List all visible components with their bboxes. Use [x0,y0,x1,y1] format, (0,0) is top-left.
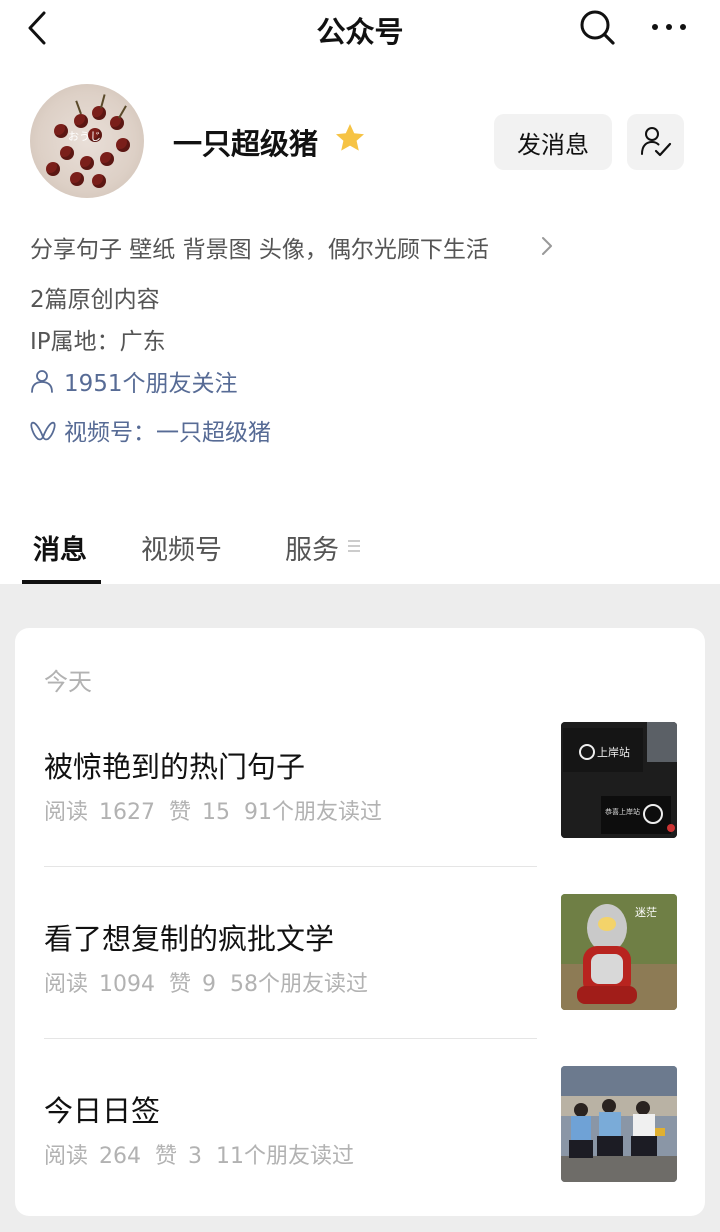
article-title: 看了想复制的疯批文学 [44,922,335,956]
article-title: 今日日签 [44,1094,161,1128]
article-likes: 赞 9 [168,972,216,997]
article-item[interactable]: 被惊艳到的热门句子 阅读 1627 赞 15 91个朋友读过 上岸站 恭喜上岸站 [15,722,705,894]
article-friends-read: 11个朋友读过 [216,1144,354,1169]
article-meta: 阅读 1627 赞 15 91个朋友读过 [44,794,396,826]
friends-following-link[interactable]: 1951个朋友关注 [30,364,238,398]
nav-bar: 公众号 [0,0,720,56]
article-reads: 阅读 1627 [44,800,155,825]
thumb-caption-text: 迷茫 [635,905,657,919]
search-icon [580,10,615,45]
tab-messages[interactable]: 消息 [33,528,87,567]
article-thumbnail: 上岸站 恭喜上岸站 [561,722,677,838]
ip-location: IP属地：广东 [30,329,166,355]
avatar-text: おうじ [68,130,101,143]
article-friends-read: 58个朋友读过 [229,972,368,997]
article-item[interactable]: 今日日签 阅读 264 赞 3 11个朋友读过 [15,1066,705,1232]
more-dots-icon [652,24,686,30]
follow-button[interactable] [627,114,684,170]
tab-channels[interactable]: 视频号 [141,528,222,567]
star-icon [336,124,364,151]
friends-following-text: 1951个朋友关注 [64,371,238,397]
user-check-icon [640,127,671,157]
account-name: 一只超级猪 [173,127,319,161]
active-tab-indicator [22,580,101,584]
article-reads: 阅读 264 [44,1144,141,1169]
search-button[interactable] [578,8,616,46]
thumb-sign-text-2: 恭喜上岸站 [605,807,640,816]
article-reads: 阅读 1094 [44,972,155,997]
article-meta: 阅读 1094 赞 9 58个朋友读过 [44,966,382,998]
article-likes: 赞 15 [168,800,230,825]
original-count: 2篇原创内容 [30,287,160,313]
divider [44,1038,537,1039]
user-outline-icon [30,368,56,394]
tab-bar: 消息 视频号 服务 [0,520,720,584]
thumb-sign-text: 上岸站 [597,745,630,759]
profile-header: 公众号 おうじ 一只超级猪 发消息 分享句子 壁纸 背景图 头像，偶尔光顾下生活… [0,0,720,584]
article-friends-read: 91个朋友读过 [243,800,382,825]
more-button[interactable] [650,8,688,46]
channels-butterfly-icon [30,417,56,443]
article-meta: 阅读 264 赞 3 11个朋友读过 [44,1138,368,1170]
article-item[interactable]: 看了想复制的疯批文学 阅读 1094 赞 9 58个朋友读过 迷茫 [15,894,705,1066]
channels-text: 视频号：一只超级猪 [64,420,271,446]
account-intro[interactable]: 分享句子 壁纸 背景图 头像，偶尔光顾下生活 [30,230,489,264]
chevron-right-icon [542,237,552,255]
channels-link[interactable]: 视频号：一只超级猪 [30,413,271,447]
avatar[interactable]: おうじ [30,84,144,198]
article-thumbnail [561,1066,677,1182]
day-label: 今天 [44,668,92,696]
menu-lines-icon [348,540,360,552]
message-feed-card: 今天 被惊艳到的热门句子 阅读 1627 赞 15 91个朋友读过 上岸站 恭喜上岸… [15,628,705,1216]
article-title: 被惊艳到的热门句子 [44,750,306,784]
send-message-button[interactable]: 发消息 [494,114,612,170]
tab-services[interactable]: 服务 [285,528,339,567]
divider [44,866,537,867]
article-likes: 赞 3 [155,1144,202,1169]
article-thumbnail: 迷茫 [561,894,677,1010]
